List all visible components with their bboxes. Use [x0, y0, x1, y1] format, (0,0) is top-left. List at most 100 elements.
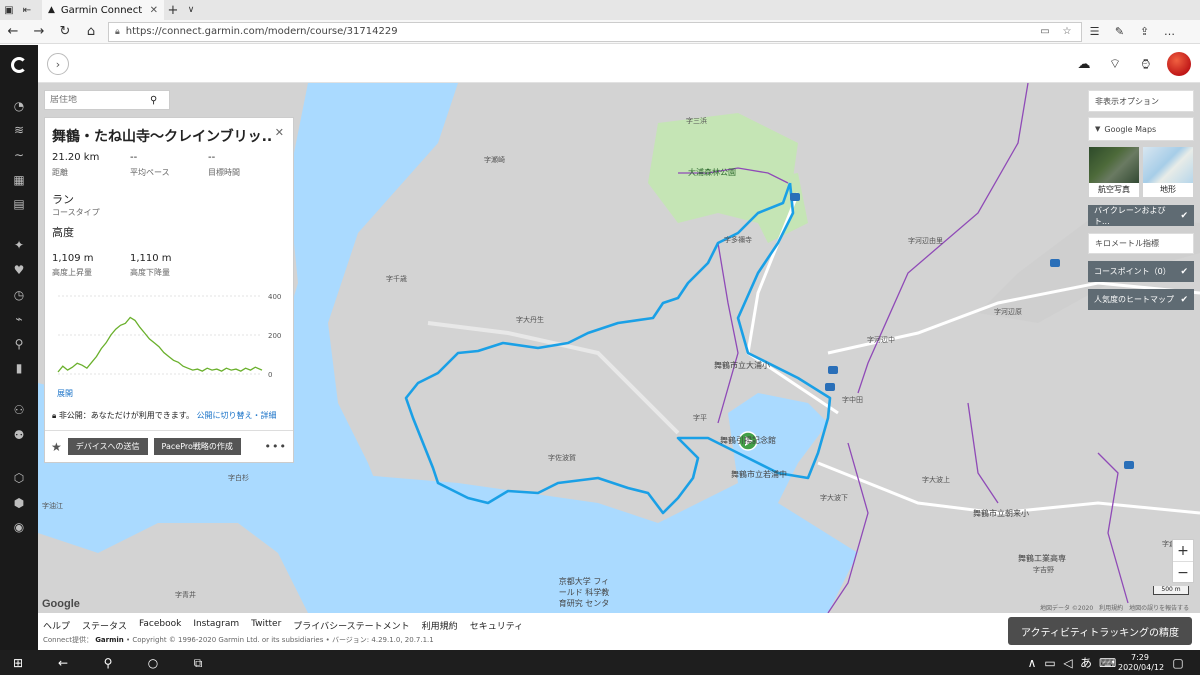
- task-view-icon[interactable]: ⧉: [190, 655, 206, 671]
- network-icon[interactable]: ▭: [1042, 655, 1058, 671]
- expand-link[interactable]: 展開: [57, 388, 73, 399]
- bar-chart-icon[interactable]: ▮: [10, 360, 28, 376]
- more-options-icon[interactable]: •••: [265, 440, 287, 453]
- refresh-icon[interactable]: ↻: [52, 20, 78, 44]
- favorite-star-icon[interactable]: ★: [51, 440, 62, 454]
- garmin-sidebar: ◔ ≋ ∼ ▦ ▤ ✦ ♥ ◷ ⌁ ⚲ ▮ ⚇ ⚉ ⬡ ⬢ ◉: [0, 45, 38, 650]
- aerial-map-option[interactable]: 航空写真: [1089, 147, 1139, 197]
- route-shield-b: [828, 366, 838, 374]
- notifications-icon[interactable]: ▢: [1170, 655, 1186, 671]
- volume-icon[interactable]: ◁: [1060, 655, 1076, 671]
- footer-link-facebook[interactable]: Facebook: [139, 619, 181, 632]
- set-aside-tabs-icon[interactable]: ⇤: [18, 0, 36, 20]
- tray-chevron-icon[interactable]: ∧: [1024, 655, 1040, 671]
- avatar[interactable]: [1167, 52, 1191, 76]
- footer-links: ヘルプ ステータス Facebook Instagram Twitter プライ…: [43, 619, 523, 632]
- dashboard-gauge-icon[interactable]: ◔: [10, 98, 28, 114]
- km-markers-label: キロメートル指標: [1095, 239, 1159, 248]
- map-label: 字河辺由里: [908, 237, 943, 245]
- course-title[interactable]: 舞鶴・たね山寺〜クレインブリッ...: [52, 126, 272, 146]
- back-arrow-icon[interactable]: ←: [55, 655, 71, 671]
- new-tab-icon[interactable]: +: [164, 3, 182, 18]
- footer-link-terms[interactable]: 利用規約: [422, 619, 458, 632]
- descent-label: 高度下降量: [130, 268, 170, 277]
- boundary-2: [717, 242, 739, 424]
- training-stopwatch-icon[interactable]: ◷: [10, 287, 28, 303]
- bike-lanes-toggle[interactable]: バイクレーンおよびト... ✔: [1088, 205, 1194, 226]
- hide-options-toggle[interactable]: 非表示オプション: [1088, 90, 1194, 112]
- share-icon[interactable]: ⇪: [1132, 20, 1157, 44]
- copyright-rest: • Copyright © 1996-2020 Garmin Ltd. or i…: [126, 636, 434, 644]
- footer-link-instagram[interactable]: Instagram: [193, 619, 239, 632]
- reports-icon[interactable]: ▤: [10, 196, 28, 212]
- route-shield-561: [1050, 259, 1060, 267]
- activity-runner-icon[interactable]: ✦: [10, 237, 28, 253]
- activity-tracking-accuracy-button[interactable]: アクティビティトラッキングの精度: [1008, 617, 1192, 645]
- url-field[interactable]: 🔒︎ https://connect.garmin.com/modern/cou…: [108, 21, 1082, 42]
- send-to-device-button[interactable]: デバイスへの送信: [67, 438, 148, 455]
- footer-link-twitter[interactable]: Twitter: [251, 619, 281, 632]
- search-input[interactable]: [50, 95, 150, 105]
- zoom-in-button[interactable]: +: [1173, 540, 1193, 562]
- map-attribution[interactable]: 地図データ ©2020 利用規約 地図の誤りを報告する: [1040, 603, 1189, 612]
- insights-wave-icon[interactable]: ∼: [10, 147, 28, 163]
- trophy-icon[interactable]: ⬢: [10, 495, 28, 511]
- garmin-connect-logo-icon[interactable]: [11, 57, 27, 73]
- connections-icon[interactable]: ⚇: [10, 402, 28, 418]
- home-icon[interactable]: ⌂: [78, 20, 104, 44]
- elevation-series-line[interactable]: [57, 316, 263, 373]
- heatmap-label: 人気度のヒートマップ: [1094, 295, 1174, 304]
- course-points-label: コースポイント（0）: [1094, 267, 1171, 276]
- ascent-label: 高度上昇量: [52, 268, 92, 277]
- ime-icon[interactable]: あ: [1078, 655, 1094, 671]
- windows-start-icon[interactable]: ⊞: [10, 655, 26, 671]
- map-label: 字中田: [842, 396, 863, 404]
- clock-date: 2020/04/12: [1118, 663, 1165, 672]
- km-markers-toggle[interactable]: キロメートル指標: [1088, 233, 1194, 254]
- expand-nav-chevron-icon[interactable]: ›: [47, 53, 69, 75]
- more-menu-icon[interactable]: …: [1157, 20, 1182, 44]
- favorite-star-icon[interactable]: ☆: [1059, 26, 1075, 37]
- settings-circle-icon[interactable]: ◉: [10, 519, 28, 535]
- groups-icon[interactable]: ⚉: [10, 427, 28, 443]
- heatmap-toggle[interactable]: 人気度のヒートマップ ✔: [1088, 289, 1194, 310]
- footer-link-help[interactable]: ヘルプ: [43, 619, 70, 632]
- close-icon[interactable]: ✕: [275, 126, 284, 139]
- back-arrow-icon[interactable]: ←: [0, 20, 26, 44]
- keyboard-icon[interactable]: ⌨: [1099, 655, 1116, 671]
- browser-tab[interactable]: ▲ Garmin Connect ✕: [42, 0, 164, 20]
- map-label: 字河辺原: [994, 308, 1022, 316]
- notes-pen-icon[interactable]: ✎: [1107, 20, 1132, 44]
- footer-link-privacy[interactable]: プライバシーステートメント: [293, 619, 409, 632]
- map-type-selector[interactable]: ▼ Google Maps: [1088, 117, 1194, 141]
- layers-icon[interactable]: ≋: [10, 122, 28, 138]
- location-pin-icon[interactable]: ⚲: [10, 336, 28, 352]
- make-public-link[interactable]: 公開に切り替え・詳細: [197, 411, 277, 420]
- badge-icon[interactable]: ⬡: [10, 470, 28, 486]
- system-clock[interactable]: 7:29 2020/04/12: [1118, 653, 1165, 673]
- reading-view-icon[interactable]: ▭: [1037, 26, 1053, 37]
- zoom-out-button[interactable]: −: [1173, 562, 1193, 584]
- calendar-icon[interactable]: ▦: [10, 172, 28, 188]
- avg-pace-label: 平均ペース: [130, 168, 170, 177]
- favorites-list-icon[interactable]: ☰: [1082, 20, 1107, 44]
- inbox-icon[interactable]: ⌔: [1106, 55, 1124, 73]
- course-points-toggle[interactable]: コースポイント（0） ✔: [1088, 261, 1194, 282]
- tab-close-icon[interactable]: ✕: [150, 5, 158, 16]
- watch-icon[interactable]: ⌚︎: [1137, 55, 1155, 73]
- health-heart-icon[interactable]: ♥: [10, 262, 28, 278]
- privacy-text: 非公開：あなただけが利用できます。: [58, 411, 195, 420]
- gear-shoe-icon[interactable]: ⌁: [10, 311, 28, 327]
- tab-actions-icon[interactable]: ▣: [0, 0, 18, 20]
- map-label: 字多禰寺: [724, 236, 752, 244]
- search-icon[interactable]: ⚲: [150, 95, 157, 106]
- search-icon[interactable]: ⚲: [100, 655, 116, 671]
- terrain-map-option[interactable]: 地形: [1143, 147, 1193, 197]
- footer-link-security[interactable]: セキュリティ: [470, 619, 523, 632]
- forward-arrow-icon[interactable]: →: [26, 20, 52, 44]
- tab-preview-chevron-icon[interactable]: ∨: [182, 5, 200, 15]
- create-pacepro-button[interactable]: PacePro戦略の作成: [153, 438, 241, 455]
- footer-link-status[interactable]: ステータス: [82, 619, 127, 632]
- cortana-circle-icon[interactable]: ○: [145, 655, 161, 671]
- upload-cloud-icon[interactable]: ☁: [1075, 55, 1093, 73]
